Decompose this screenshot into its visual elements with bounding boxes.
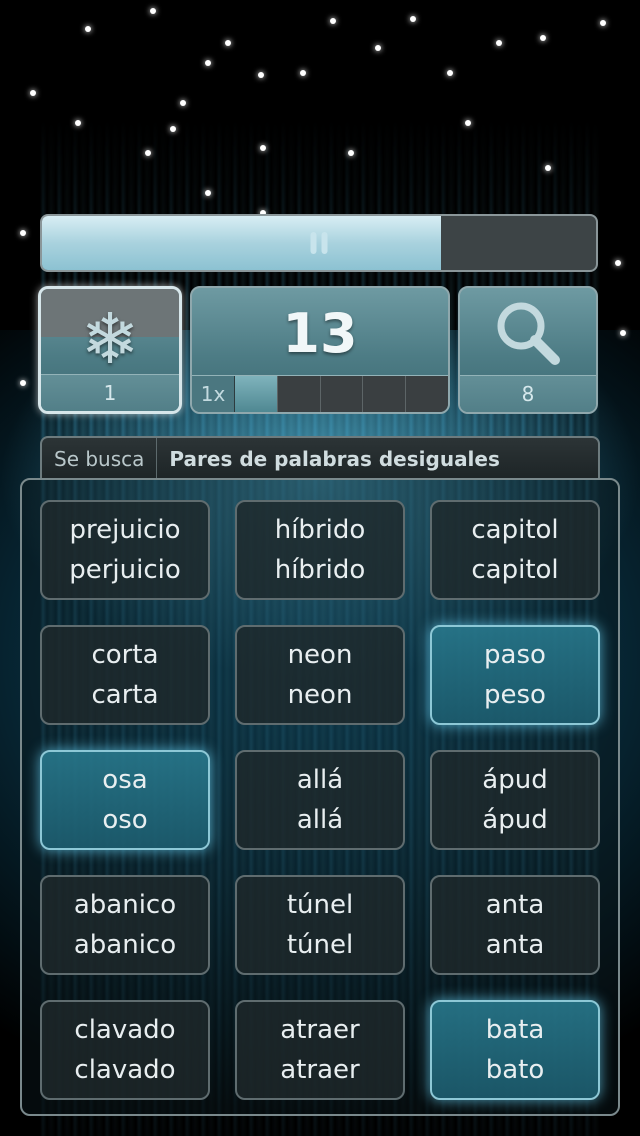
word-pair-card[interactable]: allá allá xyxy=(235,750,405,850)
multiplier-label: 1x xyxy=(192,376,235,412)
multiplier-segment xyxy=(406,376,448,412)
word-pair-card[interactable]: anta anta xyxy=(430,875,600,975)
star xyxy=(75,120,81,126)
card-word-top: anta xyxy=(485,890,545,920)
hint-count: 8 xyxy=(460,375,596,412)
star xyxy=(260,145,266,151)
word-pair-card[interactable]: atraer atraer xyxy=(235,1000,405,1100)
card-word-bottom: abanico xyxy=(73,930,177,960)
card-word-bottom: ápud xyxy=(482,805,548,835)
card-word-top: corta xyxy=(91,640,159,670)
card-word-bottom: oso xyxy=(102,805,148,835)
star xyxy=(20,230,26,236)
card-word-top: allá xyxy=(296,765,344,795)
freeze-count: 1 xyxy=(41,374,179,411)
star xyxy=(447,70,453,76)
card-word-bottom: capitol xyxy=(471,555,559,585)
score-panel: 13 1x xyxy=(190,286,450,414)
word-pair-card[interactable]: clavado clavado xyxy=(40,1000,210,1100)
word-pair-card[interactable]: híbrido híbrido xyxy=(235,500,405,600)
word-pair-card[interactable]: ápud ápud xyxy=(430,750,600,850)
card-board: prejuicio perjuicio híbrido híbrido capitol c… xyxy=(20,478,620,1116)
card-word-top: túnel xyxy=(286,890,354,920)
pause-icon[interactable] xyxy=(310,232,328,254)
star xyxy=(300,70,306,76)
star xyxy=(545,165,551,171)
card-word-top: osa xyxy=(102,765,148,795)
star xyxy=(348,150,354,156)
star xyxy=(145,150,151,156)
star xyxy=(375,45,381,51)
word-pair-card[interactable]: abanico abanico xyxy=(40,875,210,975)
star xyxy=(410,16,416,22)
hint-powerup-button[interactable]: 8 xyxy=(458,286,598,414)
card-word-top: bata xyxy=(485,1015,545,1045)
word-pair-card[interactable]: prejuicio perjuicio xyxy=(40,500,210,600)
word-pair-card[interactable]: neon neon xyxy=(235,625,405,725)
star xyxy=(496,40,502,46)
star xyxy=(180,100,186,106)
star xyxy=(600,20,606,26)
card-word-top: capitol xyxy=(471,515,559,545)
card-word-bottom: bato xyxy=(485,1055,545,1085)
star xyxy=(205,190,211,196)
multiplier-segment xyxy=(277,376,321,412)
word-pair-card[interactable]: corta carta xyxy=(40,625,210,725)
multiplier-segment xyxy=(235,376,278,412)
card-word-top: prejuicio xyxy=(69,515,181,545)
card-word-bottom: híbrido xyxy=(274,555,366,585)
score-value: 13 xyxy=(282,302,358,365)
freeze-powerup-button[interactable]: ❄ 1 xyxy=(38,286,182,414)
card-word-top: abanico xyxy=(73,890,177,920)
card-word-bottom: peso xyxy=(484,680,546,710)
task-bar: Se busca Pares de palabras desiguales xyxy=(40,436,600,480)
word-pair-card[interactable]: paso peso xyxy=(430,625,600,725)
multiplier-segment xyxy=(320,376,364,412)
card-word-bottom: neon xyxy=(287,680,353,710)
card-word-bottom: clavado xyxy=(74,1055,176,1085)
card-word-top: neon xyxy=(287,640,353,670)
card-word-bottom: perjuicio xyxy=(69,555,181,585)
snowflake-icon: ❄ xyxy=(80,298,140,380)
card-word-top: clavado xyxy=(74,1015,176,1045)
card-word-top: paso xyxy=(484,640,546,670)
star xyxy=(85,26,91,32)
star xyxy=(330,18,336,24)
card-word-bottom: allá xyxy=(296,805,344,835)
star xyxy=(540,35,546,41)
task-label: Se busca xyxy=(42,438,158,480)
star xyxy=(150,8,156,14)
star xyxy=(258,72,264,78)
word-pair-card[interactable]: túnel túnel xyxy=(235,875,405,975)
card-word-top: atraer xyxy=(280,1015,360,1045)
word-pair-card[interactable]: capitol capitol xyxy=(430,500,600,600)
star xyxy=(620,330,626,336)
star xyxy=(225,40,231,46)
star xyxy=(205,60,211,66)
card-word-bottom: atraer xyxy=(280,1055,360,1085)
magnifier-icon xyxy=(493,298,563,384)
multiplier-segment xyxy=(363,376,407,412)
multiplier-meter: 1x xyxy=(192,375,448,412)
star xyxy=(170,126,176,132)
star xyxy=(20,380,26,386)
star xyxy=(30,90,36,96)
word-pair-card[interactable]: bata bato xyxy=(430,1000,600,1100)
task-value: Pares de palabras desiguales xyxy=(169,447,500,471)
card-word-bottom: anta xyxy=(485,930,545,960)
card-word-top: ápud xyxy=(482,765,548,795)
progress-fill xyxy=(42,216,441,270)
time-progress-bar[interactable] xyxy=(40,214,598,272)
card-word-bottom: túnel xyxy=(286,930,354,960)
card-word-bottom: carta xyxy=(91,680,159,710)
star xyxy=(465,120,471,126)
card-word-top: híbrido xyxy=(274,515,366,545)
star xyxy=(615,260,621,266)
word-pair-card[interactable]: osa oso xyxy=(40,750,210,850)
